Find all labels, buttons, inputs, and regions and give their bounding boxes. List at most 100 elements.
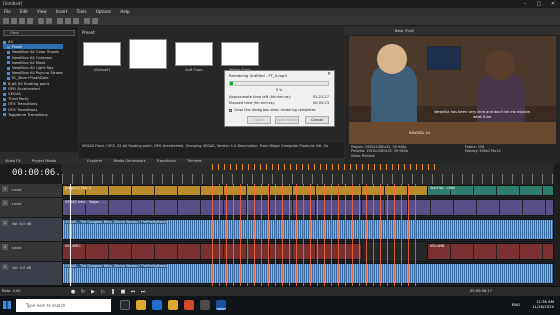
menu-options[interactable]: Options bbox=[92, 8, 115, 16]
beat-marker[interactable] bbox=[248, 164, 249, 170]
edit-tool-icon[interactable] bbox=[84, 18, 90, 24]
track-lane[interactable]: VEGAS Intro - Vegas - ... bbox=[62, 198, 554, 218]
beat-marker[interactable] bbox=[368, 164, 369, 170]
menu-tools[interactable]: Tools bbox=[73, 8, 91, 16]
paste-icon[interactable] bbox=[73, 18, 79, 24]
playhead-cursor[interactable] bbox=[70, 184, 71, 286]
menu-insert[interactable]: Insert bbox=[52, 8, 71, 16]
checkbox-box[interactable] bbox=[229, 108, 232, 112]
stop-icon[interactable]: ■ bbox=[120, 289, 126, 295]
preset-thumb-default[interactable] bbox=[83, 42, 121, 66]
beat-marker[interactable] bbox=[380, 164, 381, 170]
track-header[interactable]: 3 Vol: 0.0 dB bbox=[0, 218, 62, 242]
preview-tab[interactable]: Video Preview bbox=[351, 154, 554, 158]
beat-marker[interactable] bbox=[296, 164, 297, 170]
preset-thumb-selected[interactable] bbox=[129, 39, 167, 69]
beat-marker[interactable] bbox=[230, 164, 231, 170]
fx-tree-item[interactable]: Toggleme Transitions bbox=[3, 112, 63, 117]
preset-thumb-soft-flash[interactable] bbox=[175, 42, 213, 66]
beat-marker[interactable] bbox=[356, 164, 357, 170]
beat-marker[interactable] bbox=[416, 164, 417, 170]
play-from-start-icon[interactable]: ▷ bbox=[100, 289, 106, 295]
track-lane[interactable]: VEGAS - The Dungeon Whip (Demo Version) … bbox=[62, 218, 554, 242]
beat-marker[interactable] bbox=[266, 164, 267, 170]
beat-marker[interactable] bbox=[254, 164, 255, 170]
render-icon[interactable] bbox=[27, 18, 33, 24]
beat-marker[interactable] bbox=[224, 164, 225, 170]
close-button[interactable]: ✕ bbox=[546, 0, 560, 8]
record-icon[interactable]: ● bbox=[70, 289, 76, 295]
beat-marker[interactable] bbox=[332, 164, 333, 170]
beat-marker[interactable] bbox=[212, 164, 213, 170]
taskbar-search-input[interactable]: Type here to search bbox=[16, 299, 111, 312]
chrome-icon[interactable] bbox=[184, 300, 194, 310]
beat-marker[interactable] bbox=[218, 164, 219, 170]
new-project-icon[interactable] bbox=[3, 18, 9, 24]
cancel-button[interactable]: Cancel bbox=[305, 116, 329, 124]
beat-marker[interactable] bbox=[242, 164, 243, 170]
open-icon[interactable] bbox=[11, 18, 17, 24]
beat-marker[interactable] bbox=[326, 164, 327, 170]
timeline-clip[interactable]: TextFlas - choir bbox=[427, 185, 554, 196]
edge-icon[interactable] bbox=[152, 300, 162, 310]
beat-marker[interactable] bbox=[344, 164, 345, 170]
timeline-clip[interactable]: VEGAS - The Dungeon Whip (Demo Version) … bbox=[62, 263, 554, 284]
track-lane[interactable]: [Legacy] Text 3 TextFlas - choir bbox=[62, 184, 554, 198]
menu-view[interactable]: View bbox=[33, 8, 51, 16]
undo-icon[interactable] bbox=[38, 18, 44, 24]
copy-icon[interactable] bbox=[65, 18, 71, 24]
menu-edit[interactable]: Edit bbox=[16, 8, 32, 16]
beat-marker[interactable] bbox=[404, 164, 405, 170]
task-view-icon[interactable] bbox=[120, 300, 130, 310]
go-start-icon[interactable]: ⏮ bbox=[130, 289, 136, 295]
file-explorer-icon[interactable] bbox=[136, 300, 146, 310]
save-icon[interactable] bbox=[19, 18, 25, 24]
timeline-clip[interactable]: VID-ANB bbox=[427, 243, 554, 260]
open-button[interactable]: Open bbox=[247, 116, 271, 124]
beat-marker[interactable] bbox=[434, 164, 435, 170]
play-icon[interactable]: ▶ bbox=[90, 289, 96, 295]
envelope-tool-icon[interactable] bbox=[92, 18, 98, 24]
beat-marker[interactable] bbox=[392, 164, 393, 170]
language-indicator[interactable]: ENG bbox=[512, 302, 520, 307]
timeline-clip[interactable]: VEGAS - The Dungeon Whip (Demo Version) … bbox=[62, 219, 554, 240]
beat-marker[interactable] bbox=[308, 164, 309, 170]
beat-marker[interactable] bbox=[422, 164, 423, 170]
beat-marker[interactable] bbox=[302, 164, 303, 170]
beat-marker[interactable] bbox=[284, 164, 285, 170]
beat-marker[interactable] bbox=[350, 164, 351, 170]
beat-marker[interactable] bbox=[386, 164, 387, 170]
track-header[interactable]: 5 Vol: 0.0 dB bbox=[0, 262, 62, 286]
beat-marker[interactable] bbox=[290, 164, 291, 170]
open-folder-button[interactable]: Open Folder bbox=[275, 116, 299, 124]
loop-icon[interactable]: ↻ bbox=[80, 289, 86, 295]
minimize-button[interactable]: – bbox=[518, 0, 532, 8]
app-icon[interactable] bbox=[200, 300, 210, 310]
menu-file[interactable]: File bbox=[0, 8, 15, 16]
beat-marker[interactable] bbox=[278, 164, 279, 170]
redo-icon[interactable] bbox=[46, 18, 52, 24]
beat-marker[interactable] bbox=[320, 164, 321, 170]
beat-marker[interactable] bbox=[236, 164, 237, 170]
track-header[interactable]: 2 Level bbox=[0, 198, 62, 218]
menu-help[interactable]: Help bbox=[116, 8, 133, 16]
beat-marker[interactable] bbox=[410, 164, 411, 170]
beat-marker[interactable] bbox=[272, 164, 273, 170]
beat-marker[interactable] bbox=[428, 164, 429, 170]
track-header[interactable]: 4 Level bbox=[0, 242, 62, 262]
taskbar-clock[interactable]: 12:36 AM 11/16/2020 bbox=[532, 299, 554, 309]
track-lane[interactable]: VEGAS - The Dungeon Whip (Demo Version) … bbox=[62, 262, 554, 286]
preset-thumb-yellow-flash[interactable] bbox=[221, 42, 259, 66]
pause-icon[interactable]: ❚ bbox=[110, 289, 116, 295]
folder-icon[interactable] bbox=[168, 300, 178, 310]
preview-quality[interactable]: Best (Full) bbox=[395, 28, 414, 33]
cut-icon[interactable] bbox=[57, 18, 63, 24]
close-icon[interactable]: ✕ bbox=[327, 72, 331, 77]
maximize-button[interactable]: □ bbox=[532, 0, 546, 8]
beat-marker[interactable] bbox=[362, 164, 363, 170]
track-header[interactable]: 1 Level bbox=[0, 184, 62, 198]
beat-marker[interactable] bbox=[398, 164, 399, 170]
track-lane[interactable]: VID-AMIC VID-ANB bbox=[62, 242, 554, 262]
beat-marker[interactable] bbox=[374, 164, 375, 170]
timeline-ruler[interactable] bbox=[62, 164, 554, 184]
